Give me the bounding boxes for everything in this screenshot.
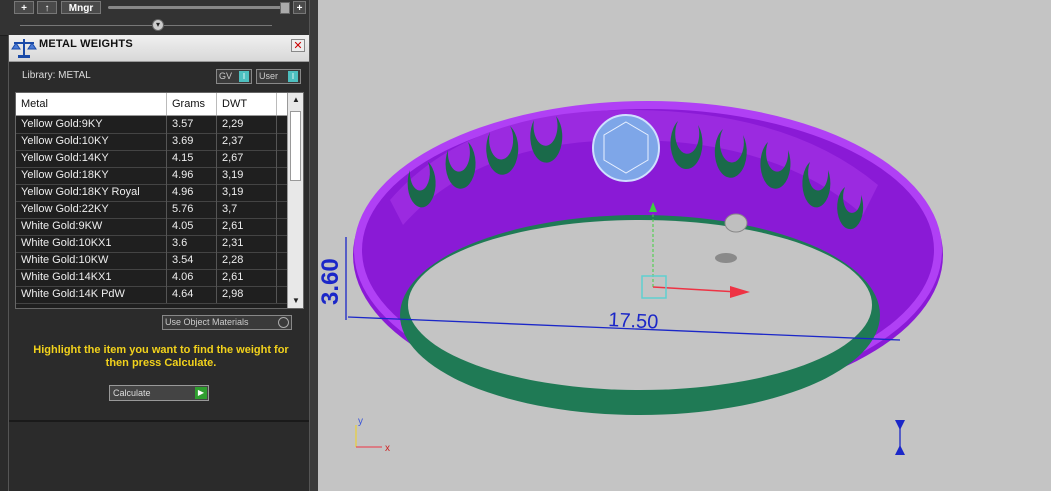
dwt-cell: 2,67 — [217, 150, 277, 167]
grams-cell: 3.6 — [167, 235, 217, 252]
instructions-text: Highlight the item you want to find the … — [33, 344, 289, 369]
metal-cell: Yellow Gold:22KY — [16, 201, 167, 218]
grams-cell: 3.69 — [167, 133, 217, 150]
user-label: User — [259, 71, 279, 81]
scroll-down-icon[interactable]: ▼ — [290, 296, 302, 306]
gv-toggle[interactable]: GV I — [216, 69, 252, 84]
table-row[interactable]: White Gold:14K PdW 4.64 2,98 — [16, 286, 287, 304]
metal-cell: Yellow Gold:18KY Royal — [16, 184, 167, 201]
user-toggle[interactable]: User I — [256, 69, 301, 84]
scroll-thumb[interactable] — [290, 111, 301, 181]
dwt-cell: 2,29 — [217, 116, 277, 133]
ring-inner-opening — [408, 220, 872, 390]
column-header-grams[interactable]: Grams — [167, 93, 217, 115]
use-object-materials-toggle[interactable]: Use Object Materials — [162, 315, 292, 330]
dwt-cell: 2,28 — [217, 252, 277, 269]
dimension-arrow-icon — [895, 420, 905, 430]
dwt-cell: 3,19 — [217, 184, 277, 201]
table-row[interactable]: White Gold:10KW 3.54 2,28 — [16, 252, 287, 270]
metal-weights-panel: METAL WEIGHTS ✕ Library: METAL GV I User… — [8, 35, 311, 491]
grams-cell: 4.96 — [167, 167, 217, 184]
world-y-label: y — [358, 416, 363, 427]
dwt-cell: 3,7 — [217, 201, 277, 218]
collapse-toggle[interactable]: ▾ — [152, 19, 164, 31]
world-x-label: x — [385, 443, 390, 454]
dwt-cell: 2,31 — [217, 235, 277, 252]
grams-cell: 3.54 — [167, 252, 217, 269]
calculate-button[interactable]: Calculate ▶ — [109, 385, 209, 401]
up-button[interactable]: ↑ — [37, 1, 57, 14]
table-row[interactable]: White Gold:14KX1 4.06 2,61 — [16, 269, 287, 287]
metal-cell: White Gold:9KW — [16, 218, 167, 235]
toolbar-divider — [20, 25, 272, 26]
table-row[interactable]: Yellow Gold:18KY 4.96 3,19 — [16, 167, 287, 185]
panel-header: METAL WEIGHTS ✕ — [9, 35, 310, 62]
grams-cell: 4.96 — [167, 184, 217, 201]
table-row[interactable]: Yellow Gold:14KY 4.15 2,67 — [16, 150, 287, 168]
add-button[interactable]: + — [14, 1, 34, 14]
radio-icon — [278, 317, 289, 328]
use-object-materials-label: Use Object Materials — [165, 317, 249, 327]
table-row[interactable]: Yellow Gold:9KY 3.57 2,29 — [16, 116, 287, 134]
metal-cell: White Gold:14KX1 — [16, 269, 167, 286]
scale-icon — [11, 39, 37, 58]
table-row[interactable]: Yellow Gold:10KY 3.69 2,37 — [16, 133, 287, 151]
size-slider-handle[interactable] — [280, 2, 290, 14]
user-check-icon: I — [288, 71, 298, 82]
dwt-cell: 2,98 — [217, 286, 277, 303]
grams-cell: 5.76 — [167, 201, 217, 218]
table-scrollbar[interactable]: ▲ ▼ — [287, 93, 303, 308]
table-row[interactable]: Yellow Gold:22KY 5.76 3,7 — [16, 201, 287, 219]
gv-label: GV — [219, 71, 233, 81]
dwt-cell: 2,37 — [217, 133, 277, 150]
size-slider-track[interactable] — [108, 6, 288, 9]
add-right-button[interactable]: + — [293, 1, 306, 14]
metal-cell: Yellow Gold:9KY — [16, 116, 167, 133]
dwt-cell: 2,61 — [217, 269, 277, 286]
play-icon: ▶ — [195, 387, 207, 399]
metal-table: Metal Grams DWT Yellow Gold:9KY 3.57 2,29 Y… — [15, 92, 304, 309]
library-label: Library: METAL — [22, 70, 91, 81]
dwt-cell: 2,61 — [217, 218, 277, 235]
manager-button[interactable]: Mngr — [61, 1, 101, 14]
table-row[interactable]: Yellow Gold:18KY Royal 4.96 3,19 — [16, 184, 287, 202]
3d-viewport[interactable]: 3.60 17.50 y x — [318, 0, 1051, 491]
metal-cell: White Gold:10KX1 — [16, 235, 167, 252]
gemstone — [592, 114, 660, 182]
calculate-label: Calculate — [113, 388, 151, 398]
gv-check-icon: I — [239, 71, 249, 82]
dimension-arrow-icon-2 — [895, 445, 905, 455]
column-header-dwt[interactable]: DWT — [217, 93, 277, 115]
panel-divider — [9, 420, 310, 422]
table-header: Metal Grams DWT — [16, 93, 287, 116]
scroll-up-icon[interactable]: ▲ — [290, 95, 302, 105]
table-row[interactable]: White Gold:9KW 4.05 2,61 — [16, 218, 287, 236]
table-row[interactable]: White Gold:10KX1 3.6 2,31 — [16, 235, 287, 253]
pivot-shadow — [715, 253, 737, 263]
grams-cell: 4.15 — [167, 150, 217, 167]
metal-cell: White Gold:10KW — [16, 252, 167, 269]
metal-cell: Yellow Gold:14KY — [16, 150, 167, 167]
height-dimension-label: 3.60 — [318, 258, 344, 305]
metal-cell: Yellow Gold:18KY — [16, 167, 167, 184]
metal-cell: White Gold:14K PdW — [16, 286, 167, 303]
width-dimension-label: 17.50 — [608, 309, 659, 334]
grams-cell: 4.64 — [167, 286, 217, 303]
close-icon[interactable]: ✕ — [291, 39, 305, 52]
grams-cell: 4.05 — [167, 218, 217, 235]
column-header-metal[interactable]: Metal — [16, 93, 167, 115]
panel-title: METAL WEIGHTS — [39, 38, 133, 50]
top-toolbar: + ↑ Mngr + ▾ — [0, 0, 310, 36]
ring-model: 3.60 17.50 y x — [318, 101, 943, 455]
grams-cell: 4.06 — [167, 269, 217, 286]
grams-cell: 3.57 — [167, 116, 217, 133]
pivot-marker[interactable] — [724, 213, 748, 233]
dwt-cell: 3,19 — [217, 167, 277, 184]
metal-cell: Yellow Gold:10KY — [16, 133, 167, 150]
